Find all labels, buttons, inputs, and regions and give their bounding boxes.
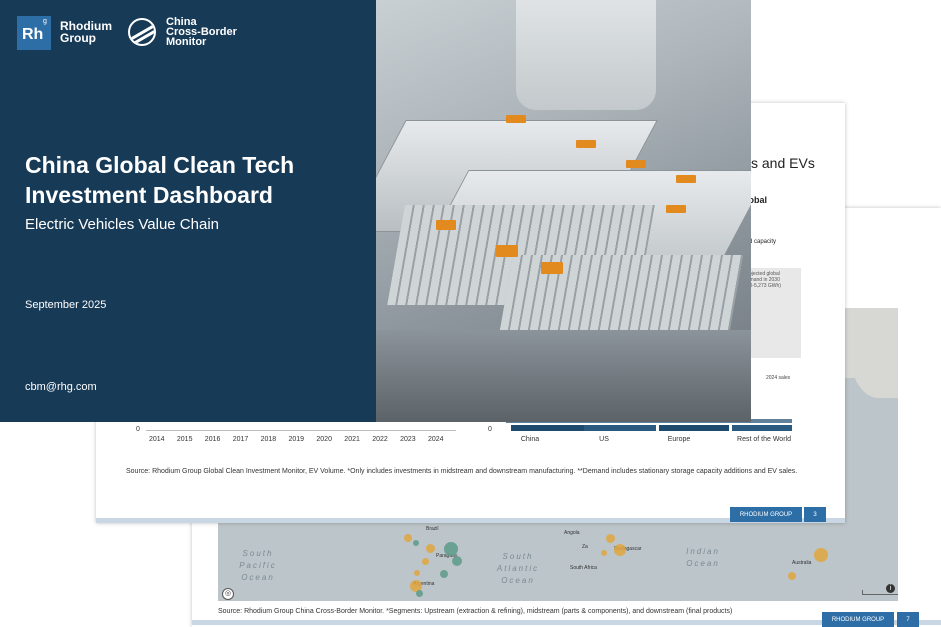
map-marker[interactable] (814, 548, 828, 562)
bar-rest-of-world[interactable] (732, 425, 792, 431)
year-tick-label: 2023 (400, 436, 416, 443)
contact-email[interactable]: cbm@rhg.com (25, 381, 97, 393)
bar-china[interactable] (511, 425, 585, 431)
footer-org-tag: RHODIUM GROUP (822, 612, 894, 627)
connector-clip (626, 160, 646, 168)
battery-cells (498, 255, 744, 335)
ocean-label-south-atlantic: South Atlantic Ocean (496, 552, 540, 585)
year-tick-label: 2021 (344, 436, 360, 443)
connector-clip (576, 140, 596, 148)
x-axis-line (146, 430, 456, 431)
region-tick-label: Europe (667, 436, 691, 443)
map-marker[interactable] (404, 534, 412, 542)
map-label-brazil: Brazil (426, 526, 439, 532)
connector-clip (436, 220, 456, 230)
connector-clip (506, 115, 526, 123)
source-note: Source: Rhodium Group Global Clean Inves… (126, 468, 798, 475)
year-tick-label: 2019 (288, 436, 305, 443)
map-marker[interactable] (426, 544, 435, 553)
cover-slide: Rh g Rhodium Group China Cross-Border Mo… (0, 0, 376, 422)
org-name: Rhodium Group (60, 19, 112, 45)
map-marker[interactable] (422, 558, 429, 565)
legend-2024-sales: 2024 sales (766, 375, 791, 381)
map-marker[interactable] (614, 544, 626, 556)
map-marker[interactable] (452, 556, 462, 566)
rhodium-logo: Rh g (17, 16, 51, 50)
year-tick-label: 2015 (176, 436, 193, 443)
map-marker[interactable] (416, 590, 423, 597)
mapbox-logo-icon[interactable]: ◎ (222, 588, 234, 600)
bar-europe[interactable] (659, 425, 729, 431)
ocean-label-indian: Indian Ocean (686, 547, 720, 568)
cbm-logo-icon (128, 18, 156, 46)
map-label-australia: Australia (792, 560, 812, 566)
info-icon[interactable]: i (886, 584, 895, 593)
map-marker[interactable] (601, 550, 607, 556)
year-tick-label: 2022 (372, 436, 388, 443)
map-marker[interactable] (413, 540, 419, 546)
machine-background (516, 0, 656, 110)
year-tick-label: 2024 (428, 436, 444, 443)
bar-us[interactable] (584, 425, 656, 431)
battery-module-photo (376, 0, 751, 422)
connector-clip (676, 175, 696, 183)
map-label-zambia: Za (582, 544, 588, 550)
map-marker[interactable] (444, 542, 458, 556)
connector-clip (666, 205, 686, 213)
year-tick-label: 2017 (232, 436, 249, 443)
source-note: Source: Rhodium Group China Cross-Border… (218, 608, 733, 615)
y-axis-zero: 0 (488, 426, 492, 433)
cover-subtitle: Electric Vehicles Value Chain (25, 216, 219, 233)
y-axis-zero: 0 (136, 426, 140, 433)
connector-clip (496, 245, 518, 257)
region-tick-label: US (599, 436, 609, 443)
cbm-name: China Cross-Border Monitor (166, 16, 237, 48)
year-tick-label: 2014 (149, 436, 165, 443)
region-tick-label: Rest of the World (737, 436, 791, 443)
connector-clip (541, 262, 563, 274)
year-tick-label: 2018 (260, 436, 277, 443)
east-asia-land (848, 308, 898, 398)
map-marker[interactable] (606, 534, 615, 543)
map-label-angola: Angola (564, 530, 580, 536)
cover-title: China Global Clean Tech Investment Dashb… (25, 152, 295, 208)
map-marker[interactable] (440, 570, 448, 578)
slide-title: s and EVs (751, 155, 815, 171)
ocean-label-south-pacific: South Pacific Ocean (239, 549, 277, 582)
year-tick-label: 2016 (204, 436, 221, 443)
conveyor-base (376, 330, 751, 422)
map-label-south-africa: South Africa (570, 565, 597, 571)
page-number: 3 (804, 507, 826, 522)
page-number: 7 (897, 612, 919, 627)
year-tick-label: 2020 (316, 436, 332, 443)
region-tick-label: China (520, 436, 540, 443)
map-marker[interactable] (414, 570, 420, 576)
map-marker[interactable] (788, 572, 796, 580)
publication-date: September 2025 (25, 299, 107, 311)
footer-org-tag: RHODIUM GROUP (730, 507, 802, 522)
